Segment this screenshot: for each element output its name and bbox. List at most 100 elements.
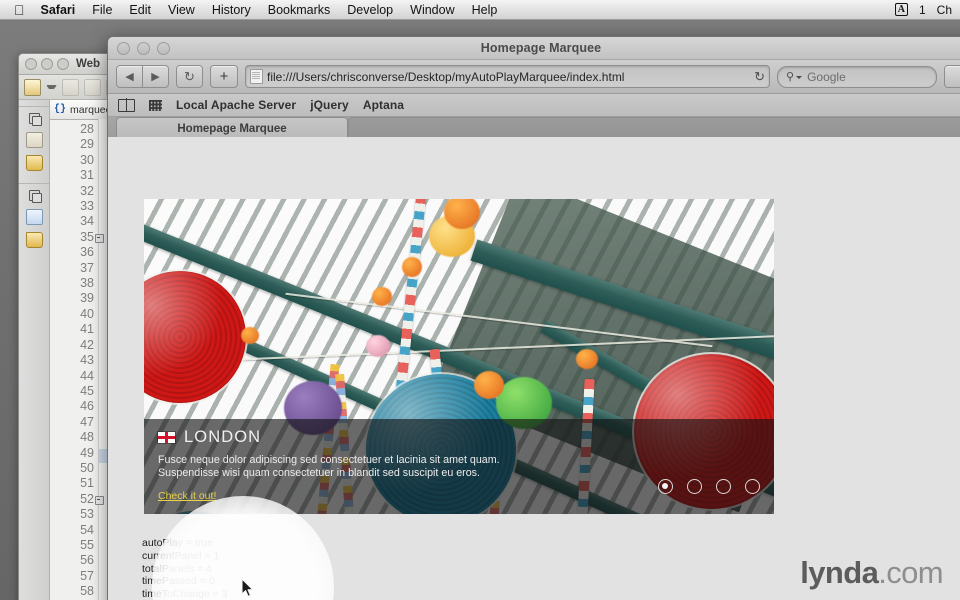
menu-extra-clipped[interactable]: Ch: [937, 3, 952, 17]
copy-icon[interactable]: [27, 111, 42, 126]
print-icon[interactable]: [84, 78, 101, 96]
menu-extra-count[interactable]: 1: [919, 3, 926, 17]
forward-button[interactable]: ▶: [143, 65, 169, 88]
ide-line-number: 33: [80, 199, 94, 214]
project-folder-icon[interactable]: [25, 232, 43, 248]
bookmark-aptana[interactable]: Aptana: [363, 98, 404, 112]
status-line: autoPlay = true: [142, 537, 213, 549]
outline-icon[interactable]: [25, 132, 43, 148]
address-bar-url[interactable]: file:///Users/chrisconverse/Desktop/myAu…: [267, 70, 749, 84]
bookmark-jquery[interactable]: jQuery: [310, 98, 349, 112]
save-icon[interactable]: [62, 78, 79, 96]
nav-dot-1[interactable]: [658, 479, 673, 494]
pompom-decoration: [402, 257, 422, 277]
ide-line-number: 40: [80, 306, 94, 321]
decoration-pole: [395, 199, 427, 393]
marquee-caption-panel: LONDON Fusce neque dolor adipiscing sed …: [144, 419, 774, 514]
ide-line-number: 49: [80, 445, 94, 460]
top-sites-grid-icon[interactable]: [149, 99, 162, 111]
ide-line-number: 35: [50, 230, 104, 245]
status-line: totalPanels = 4: [142, 562, 212, 575]
code-fold-toggle-icon[interactable]: [95, 233, 104, 243]
england-flag-icon: [158, 432, 175, 443]
search-placeholder: Google: [807, 69, 846, 84]
structure-icon[interactable]: [25, 209, 43, 225]
menu-item-edit[interactable]: Edit: [129, 3, 151, 17]
ide-rail-group-bottom: [19, 183, 49, 248]
ide-line-number: 34: [80, 214, 94, 229]
pompom-decoration: [474, 371, 504, 399]
reload-button[interactable]: ↻: [176, 65, 203, 88]
ide-line-number: 54: [80, 522, 94, 537]
ide-line-number: 28: [80, 122, 94, 136]
nav-dot-4[interactable]: [745, 479, 760, 494]
chevron-down-icon[interactable]: [46, 85, 57, 89]
search-input[interactable]: ⚲ Google: [777, 65, 937, 88]
nav-dot-2[interactable]: [687, 479, 702, 494]
ide-line-number: 55: [80, 537, 94, 552]
ide-editor-tab-label: marquee: [70, 103, 112, 116]
desktop: Web {} marquee 28 29 30 31 32 33 34 35 3…: [0, 20, 960, 600]
navigation-buttons[interactable]: ◀ ▶: [116, 65, 169, 88]
ide-window-controls[interactable]: [25, 58, 69, 70]
apple-menu-icon[interactable]: : [14, 3, 25, 17]
ide-line-number: 43: [80, 353, 94, 368]
ide-line-number: 29: [80, 137, 94, 152]
menu-item-file[interactable]: File: [92, 3, 112, 17]
bookmarks-bar[interactable]: Local Apache Server jQuery Aptana: [108, 94, 960, 117]
marquee-status-readout: autoPlay = true currentPanel = 1 totalPane…: [142, 537, 228, 600]
back-button[interactable]: ◀: [116, 65, 143, 88]
safari-title-bar[interactable]: Homepage Marquee: [108, 37, 960, 60]
safari-browser-window[interactable]: Homepage Marquee ◀ ▶ ↻ + file:///Users/c…: [107, 36, 960, 600]
check-it-out-link[interactable]: Check it out!: [158, 490, 216, 502]
ide-line-number: 44: [80, 368, 94, 383]
address-bar[interactable]: file:///Users/chrisconverse/Desktop/myAu…: [245, 65, 770, 88]
menu-item-window[interactable]: Window: [410, 3, 454, 17]
magnifier-icon: ⚲: [786, 71, 795, 83]
ide-line-number: 46: [80, 399, 94, 414]
address-reload-icon[interactable]: ↻: [749, 69, 765, 85]
menu-item-bookmarks[interactable]: Bookmarks: [268, 3, 331, 17]
menu-item-develop[interactable]: Develop: [347, 3, 393, 17]
pompom-decoration: [444, 199, 480, 229]
nav-dot-3[interactable]: [716, 479, 731, 494]
homepage-marquee-widget[interactable]: LONDON Fusce neque dolor adipiscing sed …: [144, 199, 774, 514]
folder-icon[interactable]: [25, 155, 43, 171]
toolbar-overflow-button[interactable]: [944, 65, 960, 88]
ide-line-number: 41: [80, 322, 94, 337]
ide-side-rail[interactable]: [19, 100, 50, 600]
menu-item-safari[interactable]: Safari: [41, 3, 76, 17]
ide-line-number: 38: [80, 276, 94, 291]
menu-item-help[interactable]: Help: [472, 3, 498, 17]
ide-line-number-gutter: 28 29 30 31 32 33 34 35 36 37 38 39 40 41 42 43 44 45 46 47…: [50, 120, 104, 600]
adobe-air-icon[interactable]: A: [894, 3, 908, 16]
watermark-bold: lynda: [800, 555, 879, 590]
status-line: timeToChange = 3: [142, 588, 228, 600]
chevron-down-icon[interactable]: [796, 76, 803, 79]
add-bookmark-button[interactable]: +: [210, 65, 238, 88]
page-favicon-icon: [250, 69, 263, 84]
show-bookmarks-icon[interactable]: [118, 98, 135, 112]
ide-line-number: 53: [80, 507, 94, 522]
ide-rail-group-top: [19, 106, 49, 171]
marquee-nav-dots[interactable]: [658, 479, 760, 494]
caption-body-line-2: Suspendisse wisi quam consectetuer in bl…: [158, 467, 480, 480]
duplicate-icon[interactable]: [27, 188, 42, 203]
ide-line-number: 39: [80, 291, 94, 306]
tab-homepage-marquee[interactable]: Homepage Marquee: [116, 117, 348, 139]
menu-item-history[interactable]: History: [212, 3, 251, 17]
watermark-light: .com: [878, 555, 943, 590]
web-page-content: LONDON Fusce neque dolor adipiscing sed …: [108, 137, 960, 600]
safari-toolbar[interactable]: ◀ ▶ ↻ + file:///Users/chrisconverse/Desk…: [108, 60, 960, 94]
code-fold-toggle-icon[interactable]: [95, 495, 104, 505]
ide-line-number: 57: [80, 568, 94, 583]
ide-line-number: 30: [80, 152, 94, 167]
bookmark-local-apache-server[interactable]: Local Apache Server: [176, 98, 296, 112]
new-file-icon[interactable]: [24, 78, 41, 96]
safari-window-title: Homepage Marquee: [480, 41, 602, 55]
menu-item-view[interactable]: View: [168, 3, 195, 17]
ide-line-number: 56: [80, 553, 94, 568]
ide-line-number: 31: [80, 168, 94, 183]
red-sphere-decoration: [144, 271, 246, 403]
tab-empty[interactable]: [348, 117, 960, 139]
